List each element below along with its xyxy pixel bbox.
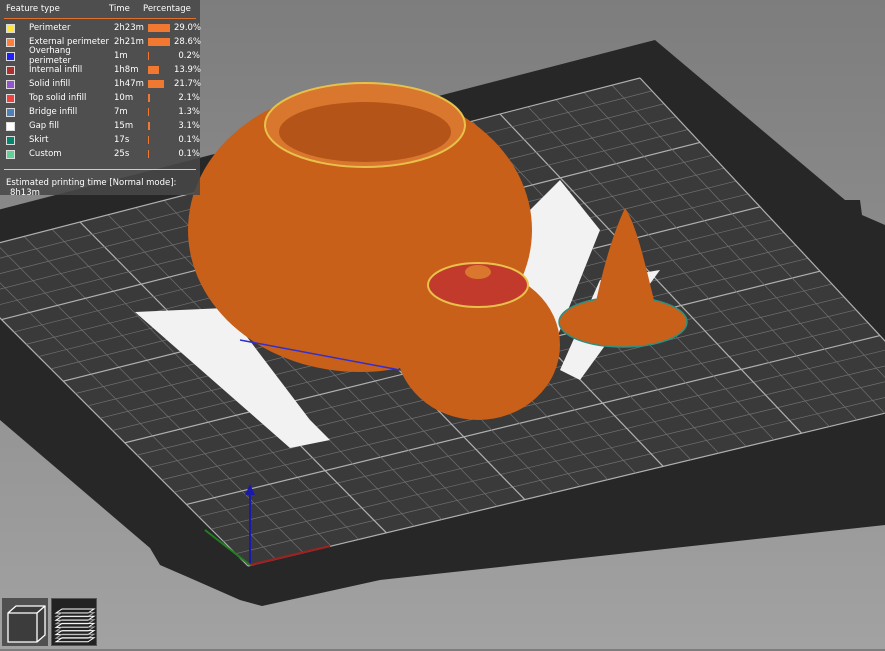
legend-percentage-bar	[148, 66, 159, 74]
legend-item-time: 1m	[114, 51, 128, 61]
legend-percentage-bar	[148, 122, 151, 130]
estimated-time-value: 8h13m	[10, 188, 40, 198]
legend-percentage-bar	[148, 52, 149, 60]
model-pumpkin-inner	[279, 102, 451, 162]
legend-color-swatch	[6, 79, 15, 89]
feature-type-legend: Feature type Time Percentage Perimeter 2…	[0, 0, 202, 198]
legend-percentage-bar	[148, 136, 149, 144]
legend-color-swatch	[6, 23, 15, 33]
estimated-time-label: Estimated printing time [Normal mode]:	[6, 178, 177, 188]
legend-item-percent: 3.1%	[178, 121, 200, 131]
3d-view-button[interactable]	[2, 598, 48, 646]
legend-item[interactable]: Bridge infill 7m 1.3%	[6, 105, 200, 119]
legend-item-label: Internal infill	[29, 65, 83, 75]
legend-header-feature: Feature type	[6, 4, 60, 14]
legend-item-percent: 29.0%	[174, 23, 202, 33]
legend-item[interactable]: Top solid infill 10m 2.1%	[6, 91, 200, 105]
legend-percentage-bar	[148, 24, 170, 32]
legend-item-label: Solid infill	[29, 79, 71, 89]
legend-item-label: Skirt	[29, 135, 49, 145]
legend-percentage-bar	[148, 80, 165, 88]
legend-item-percent: 21.7%	[174, 79, 202, 89]
layers-icon	[54, 608, 96, 643]
legend-color-swatch	[6, 37, 15, 47]
preview-button[interactable]	[51, 598, 97, 646]
legend-item-percent: 0.1%	[178, 135, 200, 145]
legend-color-swatch	[6, 65, 15, 75]
legend-percentage-bar	[148, 38, 170, 46]
legend-color-swatch	[6, 149, 15, 159]
legend-item-time: 2h21m	[114, 37, 144, 47]
legend-color-swatch	[6, 51, 15, 61]
legend-percentage-bar	[148, 150, 149, 158]
legend-item-label: Custom	[29, 149, 62, 159]
legend-color-swatch	[6, 121, 15, 131]
legend-item-time: 2h23m	[114, 23, 144, 33]
legend-item-percent: 28.6%	[174, 37, 202, 47]
legend-color-swatch	[6, 107, 15, 117]
legend-item-percent: 2.1%	[178, 93, 200, 103]
legend-item-label: Perimeter	[29, 23, 71, 33]
legend-item[interactable]: Perimeter 2h23m 29.0%	[6, 21, 202, 35]
legend-color-swatch	[6, 135, 15, 145]
legend-item-percent: 13.9%	[174, 65, 202, 75]
legend-percentage-bar	[148, 108, 149, 116]
legend-divider	[4, 169, 196, 170]
cube-icon	[7, 605, 46, 643]
legend-item-time: 10m	[114, 93, 134, 103]
legend-item-time: 25s	[114, 149, 130, 159]
legend-item[interactable]: Overhang perimeter 1m 0.2%	[6, 46, 200, 66]
legend-item-time: 7m	[114, 107, 128, 117]
legend-item-time: 17s	[114, 135, 130, 145]
model-lid-stem	[465, 265, 491, 279]
legend-percentage-bar	[148, 94, 150, 102]
legend-item-label: Overhang perimeter	[29, 46, 72, 66]
legend-item-percent: 0.1%	[178, 149, 200, 159]
estimated-time: Estimated printing time [Normal mode]: 8…	[6, 178, 200, 198]
legend-header-percentage: Percentage	[143, 4, 191, 14]
legend-item-percent: 1.3%	[178, 107, 200, 117]
legend-item-time: 1h8m	[114, 65, 139, 75]
legend-item-time: 15m	[114, 121, 134, 131]
legend-item-label: Bridge infill	[29, 107, 78, 117]
legend-header-time: Time	[109, 4, 130, 14]
legend-item-time: 1h47m	[114, 79, 144, 89]
legend-item-label: Gap fill	[29, 121, 59, 131]
legend-item-percent: 0.2%	[178, 51, 200, 61]
legend-item[interactable]: Custom 25s 0.1%	[6, 147, 200, 161]
legend-item-label: Top solid infill	[29, 93, 87, 103]
legend-item[interactable]: Internal infill 1h8m 13.9%	[6, 63, 202, 77]
legend-color-swatch	[6, 93, 15, 103]
legend-item[interactable]: Gap fill 15m 3.1%	[6, 119, 200, 133]
legend-item[interactable]: Solid infill 1h47m 21.7%	[6, 77, 202, 91]
legend-item[interactable]: Skirt 17s 0.1%	[6, 133, 200, 147]
